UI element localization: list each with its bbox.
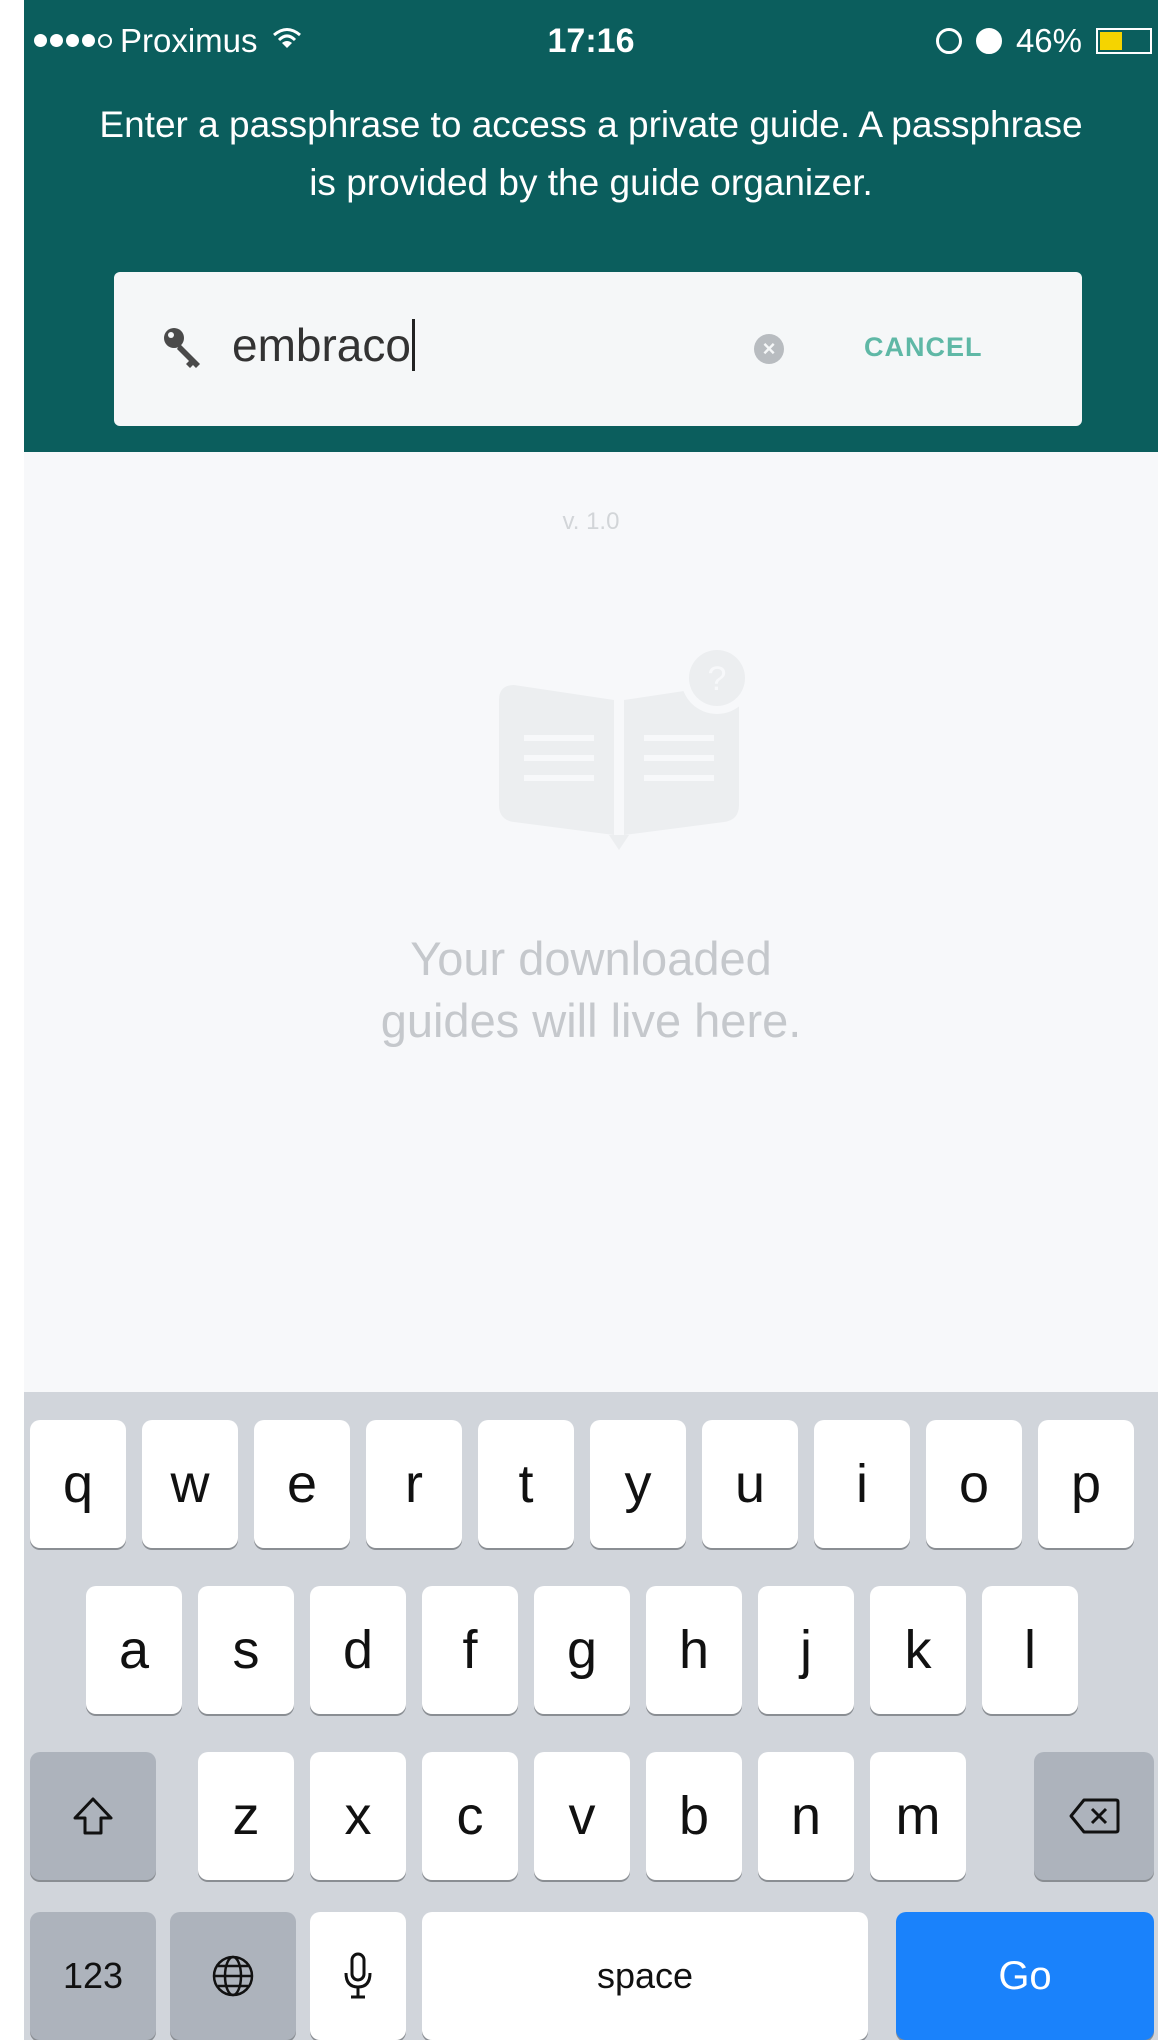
text-caret bbox=[411, 319, 415, 371]
key-v[interactable]: v bbox=[534, 1752, 630, 1880]
svg-text:?: ? bbox=[708, 660, 727, 698]
key-x[interactable]: x bbox=[310, 1752, 406, 1880]
backspace-icon bbox=[1069, 1798, 1120, 1834]
key-f[interactable]: f bbox=[422, 1586, 518, 1714]
microphone-icon bbox=[344, 1952, 372, 1999]
globe-key[interactable] bbox=[170, 1912, 296, 2040]
key-w[interactable]: w bbox=[142, 1420, 238, 1548]
status-right: 46% bbox=[935, 22, 1158, 60]
key-s[interactable]: s bbox=[198, 1586, 294, 1714]
cancel-button[interactable]: CANCEL bbox=[864, 332, 983, 363]
key-o[interactable]: o bbox=[926, 1420, 1022, 1548]
shift-key[interactable] bbox=[30, 1752, 156, 1880]
key-y[interactable]: y bbox=[590, 1420, 686, 1548]
key-t[interactable]: t bbox=[478, 1420, 574, 1548]
numbers-key[interactable]: 123 bbox=[30, 1912, 156, 2040]
shift-icon bbox=[73, 1797, 113, 1835]
app-version: v. 1.0 bbox=[562, 508, 620, 535]
status-bar: Proximus 17:16 46% bbox=[24, 12, 1158, 72]
dictation-key[interactable] bbox=[310, 1912, 406, 2040]
key-k[interactable]: k bbox=[870, 1586, 966, 1714]
key-icon bbox=[164, 328, 200, 368]
battery-percent: 46% bbox=[1015, 22, 1082, 59]
globe-icon bbox=[212, 1955, 254, 1997]
key-c[interactable]: c bbox=[422, 1752, 518, 1880]
empty-state-message: Your downloaded guides will live here. bbox=[24, 928, 1158, 1052]
key-q[interactable]: q bbox=[30, 1420, 126, 1548]
key-m[interactable]: m bbox=[870, 1752, 966, 1880]
go-key[interactable]: Go bbox=[896, 1912, 1154, 2040]
key-l[interactable]: l bbox=[982, 1586, 1078, 1714]
app-screen: Proximus 17:16 46% Enter a passphrase to… bbox=[24, 0, 1158, 2040]
key-i[interactable]: i bbox=[814, 1420, 910, 1548]
space-key[interactable]: space bbox=[422, 1912, 868, 2040]
key-h[interactable]: h bbox=[646, 1586, 742, 1714]
key-u[interactable]: u bbox=[702, 1420, 798, 1548]
header: Proximus 17:16 46% Enter a passphrase to… bbox=[24, 0, 1158, 452]
key-g[interactable]: g bbox=[534, 1586, 630, 1714]
empty-state-line-1: Your downloaded bbox=[410, 932, 772, 985]
orientation-lock-icon bbox=[935, 28, 962, 54]
battery-icon bbox=[1096, 28, 1152, 54]
passphrase-value: embraco bbox=[232, 319, 411, 371]
passphrase-input[interactable]: embraco bbox=[232, 318, 415, 372]
key-j[interactable]: j bbox=[758, 1586, 854, 1714]
alarm-icon bbox=[975, 28, 1002, 54]
key-r[interactable]: r bbox=[366, 1420, 462, 1548]
key-b[interactable]: b bbox=[646, 1752, 742, 1880]
passphrase-instructions: Enter a passphrase to access a private g… bbox=[99, 104, 1083, 203]
key-a[interactable]: a bbox=[86, 1586, 182, 1714]
keyboard: q w e r t y u i o p a s d f g h j k l z … bbox=[24, 1392, 1158, 2040]
backspace-key[interactable] bbox=[1034, 1752, 1154, 1880]
key-d[interactable]: d bbox=[310, 1586, 406, 1714]
clear-input-icon[interactable]: × bbox=[754, 334, 784, 364]
empty-state-line-2: guides will live here. bbox=[380, 994, 802, 1047]
key-z[interactable]: z bbox=[198, 1752, 294, 1880]
key-p[interactable]: p bbox=[1038, 1420, 1134, 1548]
key-e[interactable]: e bbox=[254, 1420, 350, 1548]
key-n[interactable]: n bbox=[758, 1752, 854, 1880]
passphrase-search-box[interactable]: embraco × CANCEL bbox=[114, 272, 1082, 426]
open-book-question-icon: ? bbox=[499, 642, 753, 850]
